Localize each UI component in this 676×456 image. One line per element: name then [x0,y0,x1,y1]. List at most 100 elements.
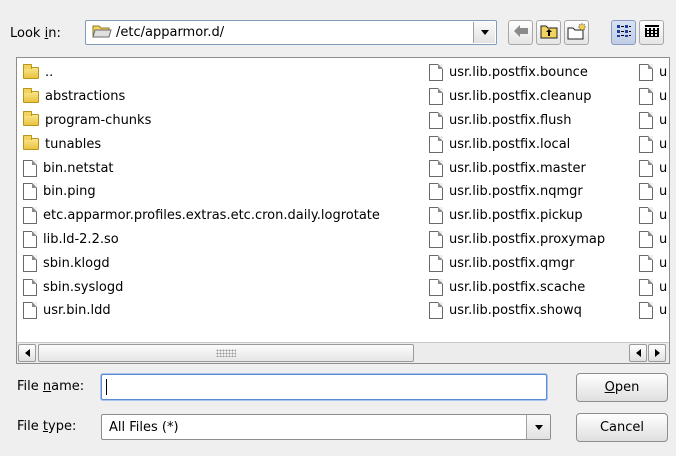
file-name-label: u [659,255,668,271]
file-icon [639,183,653,201]
file-name-label: usr.lib.postfix.master [449,160,586,176]
cancel-button[interactable]: Cancel [576,413,668,442]
create-new-folder-button[interactable] [564,20,589,45]
arrow-left-icon [24,349,30,357]
list-item[interactable]: u [639,85,667,109]
list-item[interactable]: usr.lib.postfix.qmgr [429,251,605,275]
file-type-label: File type: [17,419,77,434]
file-type-combobox[interactable]: All Files (*) [101,414,551,440]
list-item[interactable]: usr.lib.postfix.scache [429,275,605,299]
list-item[interactable]: u [639,204,667,228]
list-item[interactable]: tunables [23,132,380,156]
open-button[interactable]: Open [576,373,668,402]
text-caret [106,379,107,395]
file-icon [639,278,653,296]
list-item[interactable]: u [639,156,667,180]
file-icon [429,230,443,248]
file-name-label: u [659,208,668,224]
file-icon [23,302,37,320]
list-item[interactable]: bin.ping [23,180,380,204]
file-name-label: sbin.klogd [43,255,110,271]
list-item[interactable]: u [639,109,667,133]
list-item[interactable]: u [639,61,667,85]
file-icon [429,111,443,129]
list-item[interactable]: usr.lib.postfix.master [429,156,605,180]
file-column-2: usr.lib.postfix.bounce usr.lib.postfix.c… [429,61,605,323]
horizontal-scrollbar[interactable] [17,342,669,363]
list-item[interactable]: u [639,228,667,252]
file-name-label: bin.ping [43,184,96,200]
chevron-down-icon[interactable] [526,415,550,439]
list-item[interactable]: usr.lib.postfix.showq [429,299,605,323]
file-name-label: usr.lib.postfix.local [449,136,571,152]
list-item[interactable]: sbin.klogd [23,251,380,275]
list-item[interactable]: .. [23,61,380,85]
look-in-combobox[interactable]: /etc/apparmor.d/ [85,20,497,45]
file-icon [639,254,653,272]
file-name-label: usr.lib.postfix.flush [449,112,572,128]
list-item[interactable]: usr.lib.postfix.flush [429,109,605,133]
list-item[interactable]: usr.lib.postfix.bounce [429,61,605,85]
list-item[interactable]: program-chunks [23,109,380,133]
list-item[interactable]: usr.lib.postfix.nqmgr [429,180,605,204]
file-column-3: u u u u u u u u u u u [639,61,667,323]
parent-directory-button[interactable] [536,20,561,45]
list-item[interactable]: sbin.syslogd [23,275,380,299]
scroll-left-button[interactable] [18,344,36,362]
list-item[interactable]: usr.lib.postfix.cleanup [429,85,605,109]
file-name-label: sbin.syslogd [43,279,124,295]
file-icon [429,207,443,225]
file-name-label: tunables [45,136,102,152]
list-item[interactable]: abstractions [23,85,380,109]
detail-view-button[interactable] [639,20,664,45]
file-icon [639,88,653,106]
file-type-value: All Files (*) [109,419,179,435]
file-name-label: etc.apparmor.profiles.extras.etc.cron.da… [43,208,380,224]
file-list-view[interactable]: .. abstractions program-chunks tunables … [16,57,670,364]
file-name-label: u [659,89,668,105]
file-name-label: usr.lib.postfix.nqmgr [449,184,583,200]
file-icon [429,159,443,177]
list-item[interactable]: u [639,251,667,275]
list-item[interactable]: u [639,180,667,204]
file-icon [639,302,653,320]
arrow-left-icon [635,349,641,357]
file-icon [429,64,443,82]
scroll-left-button-2[interactable] [629,344,647,362]
list-item[interactable]: usr.bin.ldd [23,299,380,323]
file-icon [23,254,37,272]
file-name-label: u [659,160,668,176]
scroll-right-button[interactable] [648,344,666,362]
list-item[interactable]: etc.apparmor.profiles.extras.etc.cron.da… [23,204,380,228]
file-name-label: u [659,303,668,319]
list-item[interactable]: u [639,299,667,323]
file-icon [639,207,653,225]
list-item[interactable]: usr.lib.postfix.proxymap [429,228,605,252]
list-view-button[interactable] [611,20,636,45]
file-name-label: lib.ld-2.2.so [43,231,119,247]
chevron-down-icon[interactable] [473,22,495,43]
file-icon [23,207,37,225]
list-item[interactable]: bin.netstat [23,156,380,180]
file-name-label: usr.lib.postfix.scache [449,279,586,295]
list-item[interactable]: u [639,275,667,299]
folder-icon [23,135,39,151]
file-icon [639,111,653,129]
folder-open-icon [92,23,112,43]
file-icon [639,135,653,153]
file-icon [23,183,37,201]
list-item[interactable]: usr.lib.postfix.local [429,132,605,156]
folder-icon [23,111,39,127]
file-name-input[interactable] [101,374,547,400]
file-icon [429,135,443,153]
back-button[interactable] [508,20,533,45]
scrollbar-thumb[interactable] [38,344,414,362]
file-icon [429,183,443,201]
file-name-label: u [659,231,668,247]
file-name-label: usr.lib.postfix.pickup [449,208,583,224]
list-item[interactable]: usr.lib.postfix.pickup [429,204,605,228]
detail-view-icon [644,24,660,42]
list-item[interactable]: u [639,132,667,156]
file-name-label: usr.lib.postfix.qmgr [449,255,575,271]
list-item[interactable]: lib.ld-2.2.so [23,228,380,252]
